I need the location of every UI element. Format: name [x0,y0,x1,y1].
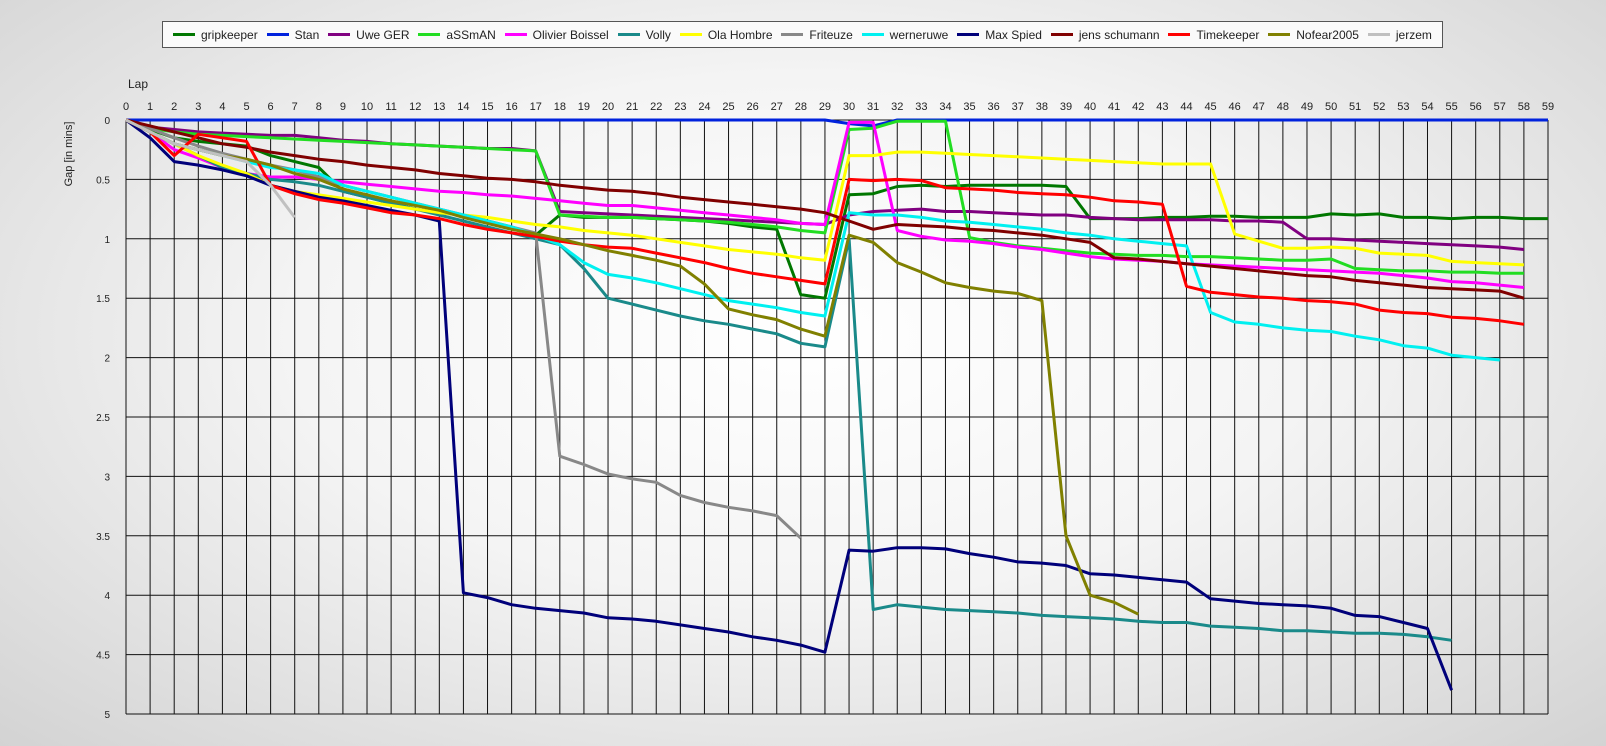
x-tick-label: 42 [1132,101,1144,113]
x-tick-label: 59 [1542,101,1554,113]
x-tick-label: 1 [147,101,153,113]
x-tick-label: 26 [747,101,759,113]
x-tick-label: 50 [1325,101,1337,113]
x-tick-label: 5 [243,101,249,113]
y-tick-label: 0.5 [96,175,110,186]
x-tick-label: 33 [915,101,927,113]
x-tick-label: 41 [1108,101,1120,113]
x-tick-label: 35 [963,101,975,113]
y-tick-label: 1.5 [96,294,110,305]
x-tick-label: 2 [171,101,177,113]
x-tick-label: 40 [1084,101,1096,113]
series-line [126,118,1548,128]
x-tick-label: 9 [340,101,346,113]
x-tick-label: 6 [268,101,274,113]
x-tick-label: 32 [891,101,903,113]
x-tick-label: 55 [1445,101,1457,113]
x-tick-label: 52 [1373,101,1385,113]
x-tick-label: 51 [1349,101,1361,113]
x-tick-label: 21 [626,101,638,113]
x-tick-label: 56 [1470,101,1482,113]
series-lines [125,118,1548,691]
x-tick-label: 8 [316,101,322,113]
x-tick-label: 30 [843,101,855,113]
x-tick-label: 3 [195,101,201,113]
x-tick-label: 25 [722,101,734,113]
x-tick-label: 49 [1301,101,1313,113]
y-axis-label: Gap [in mins] [63,122,75,187]
x-tick-label: 29 [819,101,831,113]
x-tick-label: 47 [1253,101,1265,113]
x-tick-label: 20 [602,101,614,113]
y-tick-label: 2.5 [96,413,110,424]
x-tick-label: 14 [457,101,469,113]
series-line [125,118,1453,691]
x-tick-label: 54 [1421,101,1433,113]
y-tick-label: 1 [104,235,110,246]
x-tick-label: 38 [1036,101,1048,113]
x-tick-label: 36 [988,101,1000,113]
x-tick-label: 4 [219,101,225,113]
series-line [125,118,1500,362]
x-tick-label: 37 [1012,101,1024,113]
x-tick-label: 24 [698,101,710,113]
x-tick-label: 45 [1204,101,1216,113]
x-tick-label: 57 [1494,101,1506,113]
x-tick-label: 13 [433,101,445,113]
x-tick-label: 53 [1397,101,1409,113]
x-tick-label: 58 [1518,101,1530,113]
y-tick-label: 5 [104,710,110,721]
x-tick-label: 10 [361,101,373,113]
x-tick-label: 15 [481,101,493,113]
x-tick-label: 18 [554,101,566,113]
x-axis-label: Lap [128,77,148,91]
x-tick-label: 19 [578,101,590,113]
x-tick-label: 28 [795,101,807,113]
x-tick-label: 16 [506,101,518,113]
x-tick-label: 0 [123,101,129,113]
x-tick-label: 31 [867,101,879,113]
x-tick-label: 48 [1277,101,1289,113]
x-tick-label: 7 [292,101,298,113]
y-tick-label: 4.5 [96,651,110,662]
x-tick-label: 44 [1180,101,1192,113]
y-tick-label: 0 [104,116,110,127]
x-tick-label: 11 [385,101,396,113]
x-tick-label: 27 [771,101,783,113]
x-tick-label: 22 [650,101,662,113]
x-tick-label: 43 [1156,101,1168,113]
x-tick-label: 39 [1060,101,1072,113]
x-tick-label: 34 [939,101,951,113]
y-tick-label: 2 [104,354,110,365]
y-tick-label: 4 [104,591,110,602]
x-tick-label: 23 [674,101,686,113]
x-tick-label: 12 [409,101,421,113]
y-tick-label: 3.5 [96,532,110,543]
chart-plot: 0 1 2 3 4 5 6 7 8 9 10 11 12 13 14 15 16 17 18 19 20 21 22 23 24… [63,77,1554,721]
x-tick-label: 46 [1229,101,1241,113]
x-tick-label: 17 [530,101,542,113]
y-tick-label: 3 [104,472,110,483]
